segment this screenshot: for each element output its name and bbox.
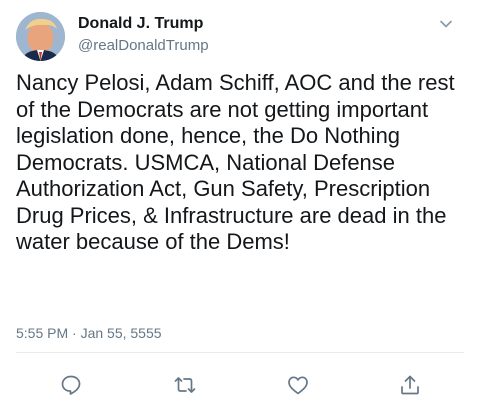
like-button[interactable] <box>286 373 310 397</box>
retweet-button[interactable] <box>173 373 197 397</box>
reply-icon <box>61 375 81 395</box>
heart-icon <box>288 376 308 395</box>
author-handle[interactable]: @realDonaldTrump <box>78 37 209 54</box>
author-name[interactable]: Donald J. Trump <box>78 15 203 33</box>
avatar-image <box>16 12 65 61</box>
share-button[interactable] <box>398 373 422 397</box>
chevron-down-icon[interactable] <box>436 14 456 34</box>
retweet-icon <box>174 377 196 393</box>
share-icon <box>401 375 419 395</box>
avatar[interactable] <box>16 12 65 61</box>
reply-button[interactable] <box>59 373 83 397</box>
tweet-text: Nancy Pelosi, Adam Schiff, AOC and the r… <box>16 70 455 254</box>
tweet-timestamp[interactable]: 5:55 PM · Jan 55, 5555 <box>16 325 162 341</box>
divider <box>16 352 464 353</box>
tweet-card: Donald J. Trump @realDonaldTrump Nancy P… <box>0 0 480 410</box>
